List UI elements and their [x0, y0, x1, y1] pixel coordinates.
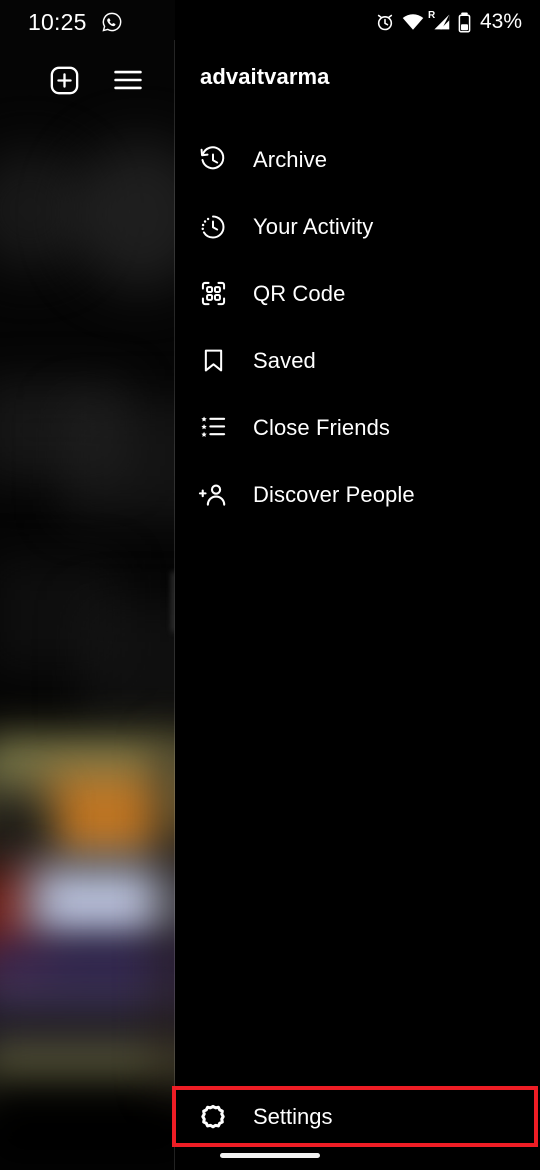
menu-item-close-friends[interactable]: Close Friends: [175, 394, 540, 461]
cellular-signal-roaming-icon: R: [427, 10, 451, 31]
close-friends-star-list-icon: [198, 413, 228, 443]
menu-item-label: Discover People: [253, 481, 415, 507]
menu-item-label: QR Code: [253, 280, 346, 306]
feed-header-actions: [0, 52, 175, 108]
activity-clock-icon: [198, 212, 228, 242]
wifi-icon: [402, 13, 424, 31]
menu-item-label: Settings: [253, 1103, 333, 1129]
menu-item-label: Saved: [253, 347, 316, 373]
blurred-post-band: [0, 1082, 180, 1170]
blurred-feed-block: [60, 400, 180, 520]
qr-code-icon: [198, 279, 228, 309]
status-bar-left: 10:25: [28, 9, 123, 36]
status-bar-clock: 10:25: [28, 8, 87, 35]
person-add-icon: [198, 480, 228, 510]
archive-clock-icon: [198, 145, 228, 175]
drawer-username[interactable]: advaitvarma: [200, 64, 330, 90]
phone-screen: advaitvarma Archive Your Activity QR Cod…: [0, 0, 540, 1170]
battery-percent-label: 43%: [479, 10, 522, 33]
menu-item-label: Your Activity: [253, 213, 374, 239]
roaming-label: R: [427, 10, 436, 21]
menu-item-label: Close Friends: [253, 414, 391, 440]
blurred-post-band: [45, 775, 165, 855]
whatsapp-icon: [101, 11, 123, 33]
hamburger-menu-icon[interactable]: [111, 63, 145, 97]
settings-gear-icon: [198, 1102, 228, 1132]
menu-item-your-activity[interactable]: Your Activity: [175, 193, 540, 260]
status-bar-right: R 43%: [375, 10, 522, 34]
battery-icon: [458, 12, 471, 33]
menu-item-discover-people[interactable]: Discover People: [175, 461, 540, 528]
blurred-post-band: [30, 865, 180, 945]
bookmark-icon: [198, 346, 228, 376]
menu-item-archive[interactable]: Archive: [175, 126, 540, 193]
side-drawer-panel: advaitvarma Archive Your Activity QR Cod…: [175, 0, 540, 1170]
alarm-clock-icon: [375, 12, 395, 32]
blurred-story-avatar: [70, 140, 180, 290]
menu-item-label: Archive: [253, 146, 328, 172]
drawer-menu-list: Archive Your Activity QR Code Saved Clos…: [175, 126, 540, 528]
menu-item-qr-code[interactable]: QR Code: [175, 260, 540, 327]
blurred-feed-block: [80, 600, 180, 730]
menu-item-saved[interactable]: Saved: [175, 327, 540, 394]
plus-square-icon[interactable]: [47, 63, 81, 97]
menu-item-settings[interactable]: Settings: [176, 1090, 534, 1143]
blurred-feed-background[interactable]: [0, 0, 180, 1170]
home-indicator[interactable]: [220, 1153, 320, 1158]
status-bar: 10:25 R 43%: [0, 0, 540, 44]
